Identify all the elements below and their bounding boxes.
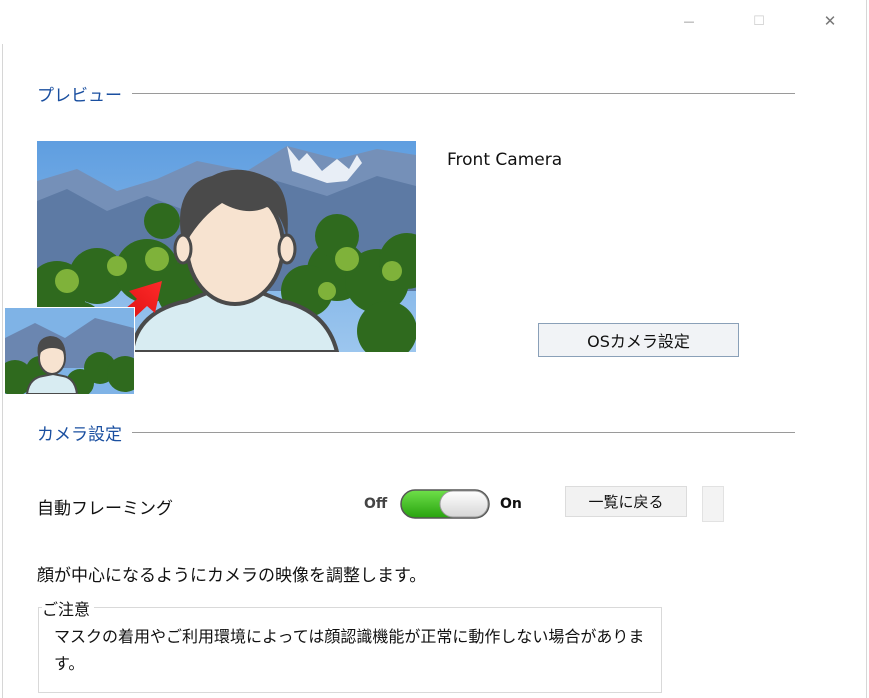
preview-section-header: プレビュー [37,81,795,106]
auto-framing-toggle[interactable] [400,489,490,519]
inset-scene-image [5,308,134,394]
os-camera-settings-button[interactable]: OSカメラ設定 [538,323,739,357]
minimize-button[interactable]: — [674,8,704,34]
maximize-button[interactable]: ☐ [744,8,774,34]
camera-name-label: Front Camera [447,150,563,170]
raw-camera-inset [4,307,135,395]
preview-section-title: プレビュー [37,86,122,106]
toggle-off-label: Off [364,496,388,512]
toggle-switch-graphic [400,489,490,519]
maximize-icon: ☐ [753,13,765,29]
back-to-list-button[interactable]: 一覧に戻る [565,486,687,517]
close-icon: ✕ [823,12,837,30]
notice-text: マスクの着用やご利用環境によっては顔認識機能が正常に動作しない場合があります。 [54,627,645,673]
section-divider [132,432,795,433]
scroll-stub [702,486,724,522]
camera-section-title: カメラ設定 [37,425,122,445]
notice-title: ご注意 [42,596,95,620]
window-right-border [866,0,867,698]
camera-section-header: カメラ設定 [37,420,795,445]
section-divider [132,93,795,94]
title-bar: — ☐ ✕ [0,0,869,44]
toggle-on-label: On [500,496,522,512]
auto-framing-description: 顔が中心になるようにカメラの映像を調整します。 [37,566,427,586]
auto-framing-label: 自動フレーミング [37,499,173,519]
close-button[interactable]: ✕ [815,8,845,34]
minimize-icon: — [683,14,695,28]
window-left-border [2,44,3,698]
